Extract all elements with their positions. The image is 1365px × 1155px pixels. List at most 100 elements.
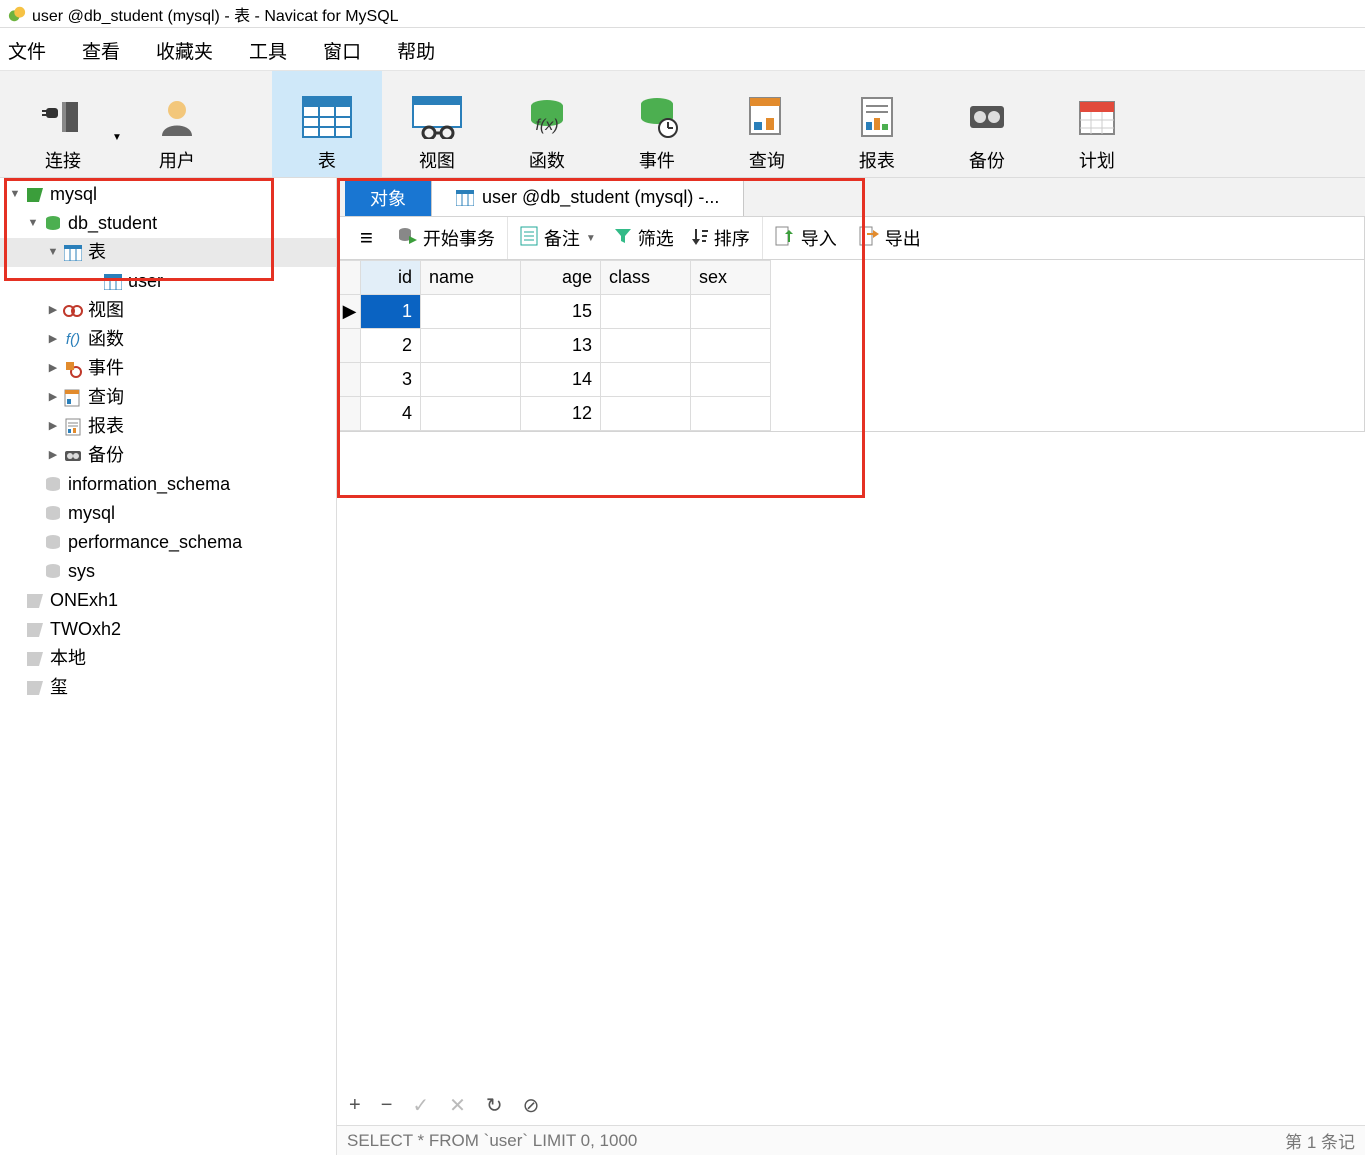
tool-backup[interactable]: 备份 bbox=[932, 71, 1042, 177]
tree-twisty-icon[interactable]: ▶ bbox=[44, 325, 62, 354]
tree-row-15[interactable]: TWOxh2 bbox=[0, 615, 336, 644]
col-header-class[interactable]: class bbox=[601, 261, 691, 295]
cancel-button[interactable]: ✕ bbox=[449, 1093, 466, 1118]
cell-id[interactable]: 2 bbox=[361, 329, 421, 363]
tool-table[interactable]: 表 bbox=[272, 71, 382, 177]
tree-twisty-icon[interactable]: ▶ bbox=[44, 441, 62, 470]
cell-class[interactable] bbox=[601, 329, 691, 363]
apply-button[interactable]: ✓ bbox=[412, 1093, 429, 1118]
tab-objects-label: 对象 bbox=[370, 185, 406, 211]
col-header-sex[interactable]: sex bbox=[691, 261, 771, 295]
data-grid[interactable]: idnameageclasssex ▶1 15 2 13 3 14 4 12 bbox=[337, 260, 1365, 432]
tree-row-17[interactable]: 玺 bbox=[0, 673, 336, 702]
tree-row-4[interactable]: ▶视图 bbox=[0, 296, 336, 325]
col-header-id[interactable]: id bbox=[361, 261, 421, 295]
cell-id[interactable]: 4 bbox=[361, 397, 421, 431]
svg-text:f(x): f(x) bbox=[535, 117, 558, 134]
menu-help[interactable]: 帮助 bbox=[397, 37, 435, 64]
tree-twisty-icon[interactable]: ▶ bbox=[44, 383, 62, 412]
tree-row-8[interactable]: ▶报表 bbox=[0, 412, 336, 441]
sort-button[interactable]: 排序 bbox=[714, 225, 750, 251]
menu-fav[interactable]: 收藏夹 bbox=[156, 37, 213, 64]
tree-row-0[interactable]: ▼mysql bbox=[0, 180, 336, 209]
tree-row-12[interactable]: performance_schema bbox=[0, 528, 336, 557]
tree-row-16[interactable]: 本地 bbox=[0, 644, 336, 673]
cell-id[interactable]: 3 bbox=[361, 363, 421, 397]
tool-report[interactable]: 报表 bbox=[822, 71, 932, 177]
tree-row-3[interactable]: user bbox=[0, 267, 336, 296]
tool-user[interactable]: 用户 bbox=[122, 71, 232, 177]
connection-tree[interactable]: ▼mysql▼db_student▼表user▶视图▶f()函数▶事件▶查询▶报… bbox=[0, 178, 337, 1155]
tree-row-2[interactable]: ▼表 bbox=[0, 238, 336, 267]
cell-name[interactable] bbox=[421, 397, 521, 431]
tool-function[interactable]: f(x) 函数 bbox=[492, 71, 602, 177]
col-header-name[interactable]: name bbox=[421, 261, 521, 295]
tool-event[interactable]: 事件 bbox=[602, 71, 712, 177]
cell-name[interactable] bbox=[421, 363, 521, 397]
row-indicator-icon: ▶ bbox=[339, 295, 361, 329]
cell-id[interactable]: 1 bbox=[361, 295, 421, 329]
tree-twisty-icon[interactable]: ▶ bbox=[44, 412, 62, 441]
cell-sex[interactable] bbox=[691, 295, 771, 329]
delete-record-button[interactable]: − bbox=[381, 1094, 393, 1117]
tree-twisty-icon[interactable]: ▼ bbox=[44, 238, 62, 267]
tab-user-table[interactable]: user @db_student (mysql) -... bbox=[431, 178, 744, 216]
cell-age[interactable]: 15 bbox=[521, 295, 601, 329]
dropdown-icon[interactable]: ▼ bbox=[586, 233, 596, 244]
memo-button[interactable]: 备注 bbox=[544, 225, 580, 251]
table-row[interactable]: 3 14 bbox=[339, 363, 771, 397]
tab-objects[interactable]: 对象 bbox=[345, 178, 431, 216]
cell-age[interactable]: 13 bbox=[521, 329, 601, 363]
cell-age[interactable]: 12 bbox=[521, 397, 601, 431]
menu-window[interactable]: 窗口 bbox=[323, 37, 361, 64]
cell-name[interactable] bbox=[421, 329, 521, 363]
menu-button[interactable]: ≡ bbox=[348, 217, 385, 259]
cell-age[interactable]: 14 bbox=[521, 363, 601, 397]
menu-file[interactable]: 文件 bbox=[8, 37, 46, 64]
tree-twisty-icon[interactable]: ▶ bbox=[44, 296, 62, 325]
add-record-button[interactable]: + bbox=[349, 1094, 361, 1117]
tool-query[interactable]: 查询 bbox=[712, 71, 822, 177]
cell-sex[interactable] bbox=[691, 363, 771, 397]
dropdown-icon[interactable]: ▼ bbox=[112, 132, 122, 143]
tree-row-13[interactable]: sys bbox=[0, 557, 336, 586]
tool-view[interactable]: 视图 bbox=[382, 71, 492, 177]
tree-row-5[interactable]: ▶f()函数 bbox=[0, 325, 336, 354]
tool-connection[interactable]: 连接 bbox=[8, 87, 118, 177]
tree-twisty-icon[interactable]: ▼ bbox=[6, 180, 24, 209]
tree-twisty-icon[interactable]: ▼ bbox=[24, 209, 42, 238]
tree-label: information_schema bbox=[68, 470, 230, 499]
hamburger-icon: ≡ bbox=[360, 225, 373, 251]
tree-row-11[interactable]: mysql bbox=[0, 499, 336, 528]
cell-class[interactable] bbox=[601, 363, 691, 397]
begin-transaction-button[interactable]: 开始事务 bbox=[385, 217, 508, 259]
titlebar: user @db_student (mysql) - 表 - Navicat f… bbox=[0, 0, 1365, 28]
cell-class[interactable] bbox=[601, 295, 691, 329]
import-button[interactable]: 导入 bbox=[801, 225, 837, 251]
tree-row-9[interactable]: ▶备份 bbox=[0, 441, 336, 470]
tool-event-label: 事件 bbox=[639, 147, 675, 173]
tree-row-6[interactable]: ▶事件 bbox=[0, 354, 336, 383]
tree-label: TWOxh2 bbox=[50, 615, 121, 644]
table-row[interactable]: 4 12 bbox=[339, 397, 771, 431]
filter-button[interactable]: 筛选 bbox=[638, 225, 674, 251]
tree-row-14[interactable]: ONExh1 bbox=[0, 586, 336, 615]
export-button[interactable]: 导出 bbox=[885, 225, 921, 251]
table-row[interactable]: ▶1 15 bbox=[339, 295, 771, 329]
tree-label: 本地 bbox=[50, 644, 86, 673]
tree-row-1[interactable]: ▼db_student bbox=[0, 209, 336, 238]
refresh-button[interactable]: ↻ bbox=[486, 1093, 503, 1118]
stop-button[interactable]: ⊘ bbox=[523, 1093, 540, 1118]
table-row[interactable]: 2 13 bbox=[339, 329, 771, 363]
cell-name[interactable] bbox=[421, 295, 521, 329]
cell-sex[interactable] bbox=[691, 397, 771, 431]
cell-sex[interactable] bbox=[691, 329, 771, 363]
col-header-age[interactable]: age bbox=[521, 261, 601, 295]
cell-class[interactable] bbox=[601, 397, 691, 431]
tool-schedule[interactable]: 计划 bbox=[1042, 71, 1152, 177]
tree-twisty-icon[interactable]: ▶ bbox=[44, 354, 62, 383]
tree-row-10[interactable]: information_schema bbox=[0, 470, 336, 499]
menu-tools[interactable]: 工具 bbox=[249, 37, 287, 64]
tree-row-7[interactable]: ▶查询 bbox=[0, 383, 336, 412]
menu-view[interactable]: 查看 bbox=[82, 37, 120, 64]
